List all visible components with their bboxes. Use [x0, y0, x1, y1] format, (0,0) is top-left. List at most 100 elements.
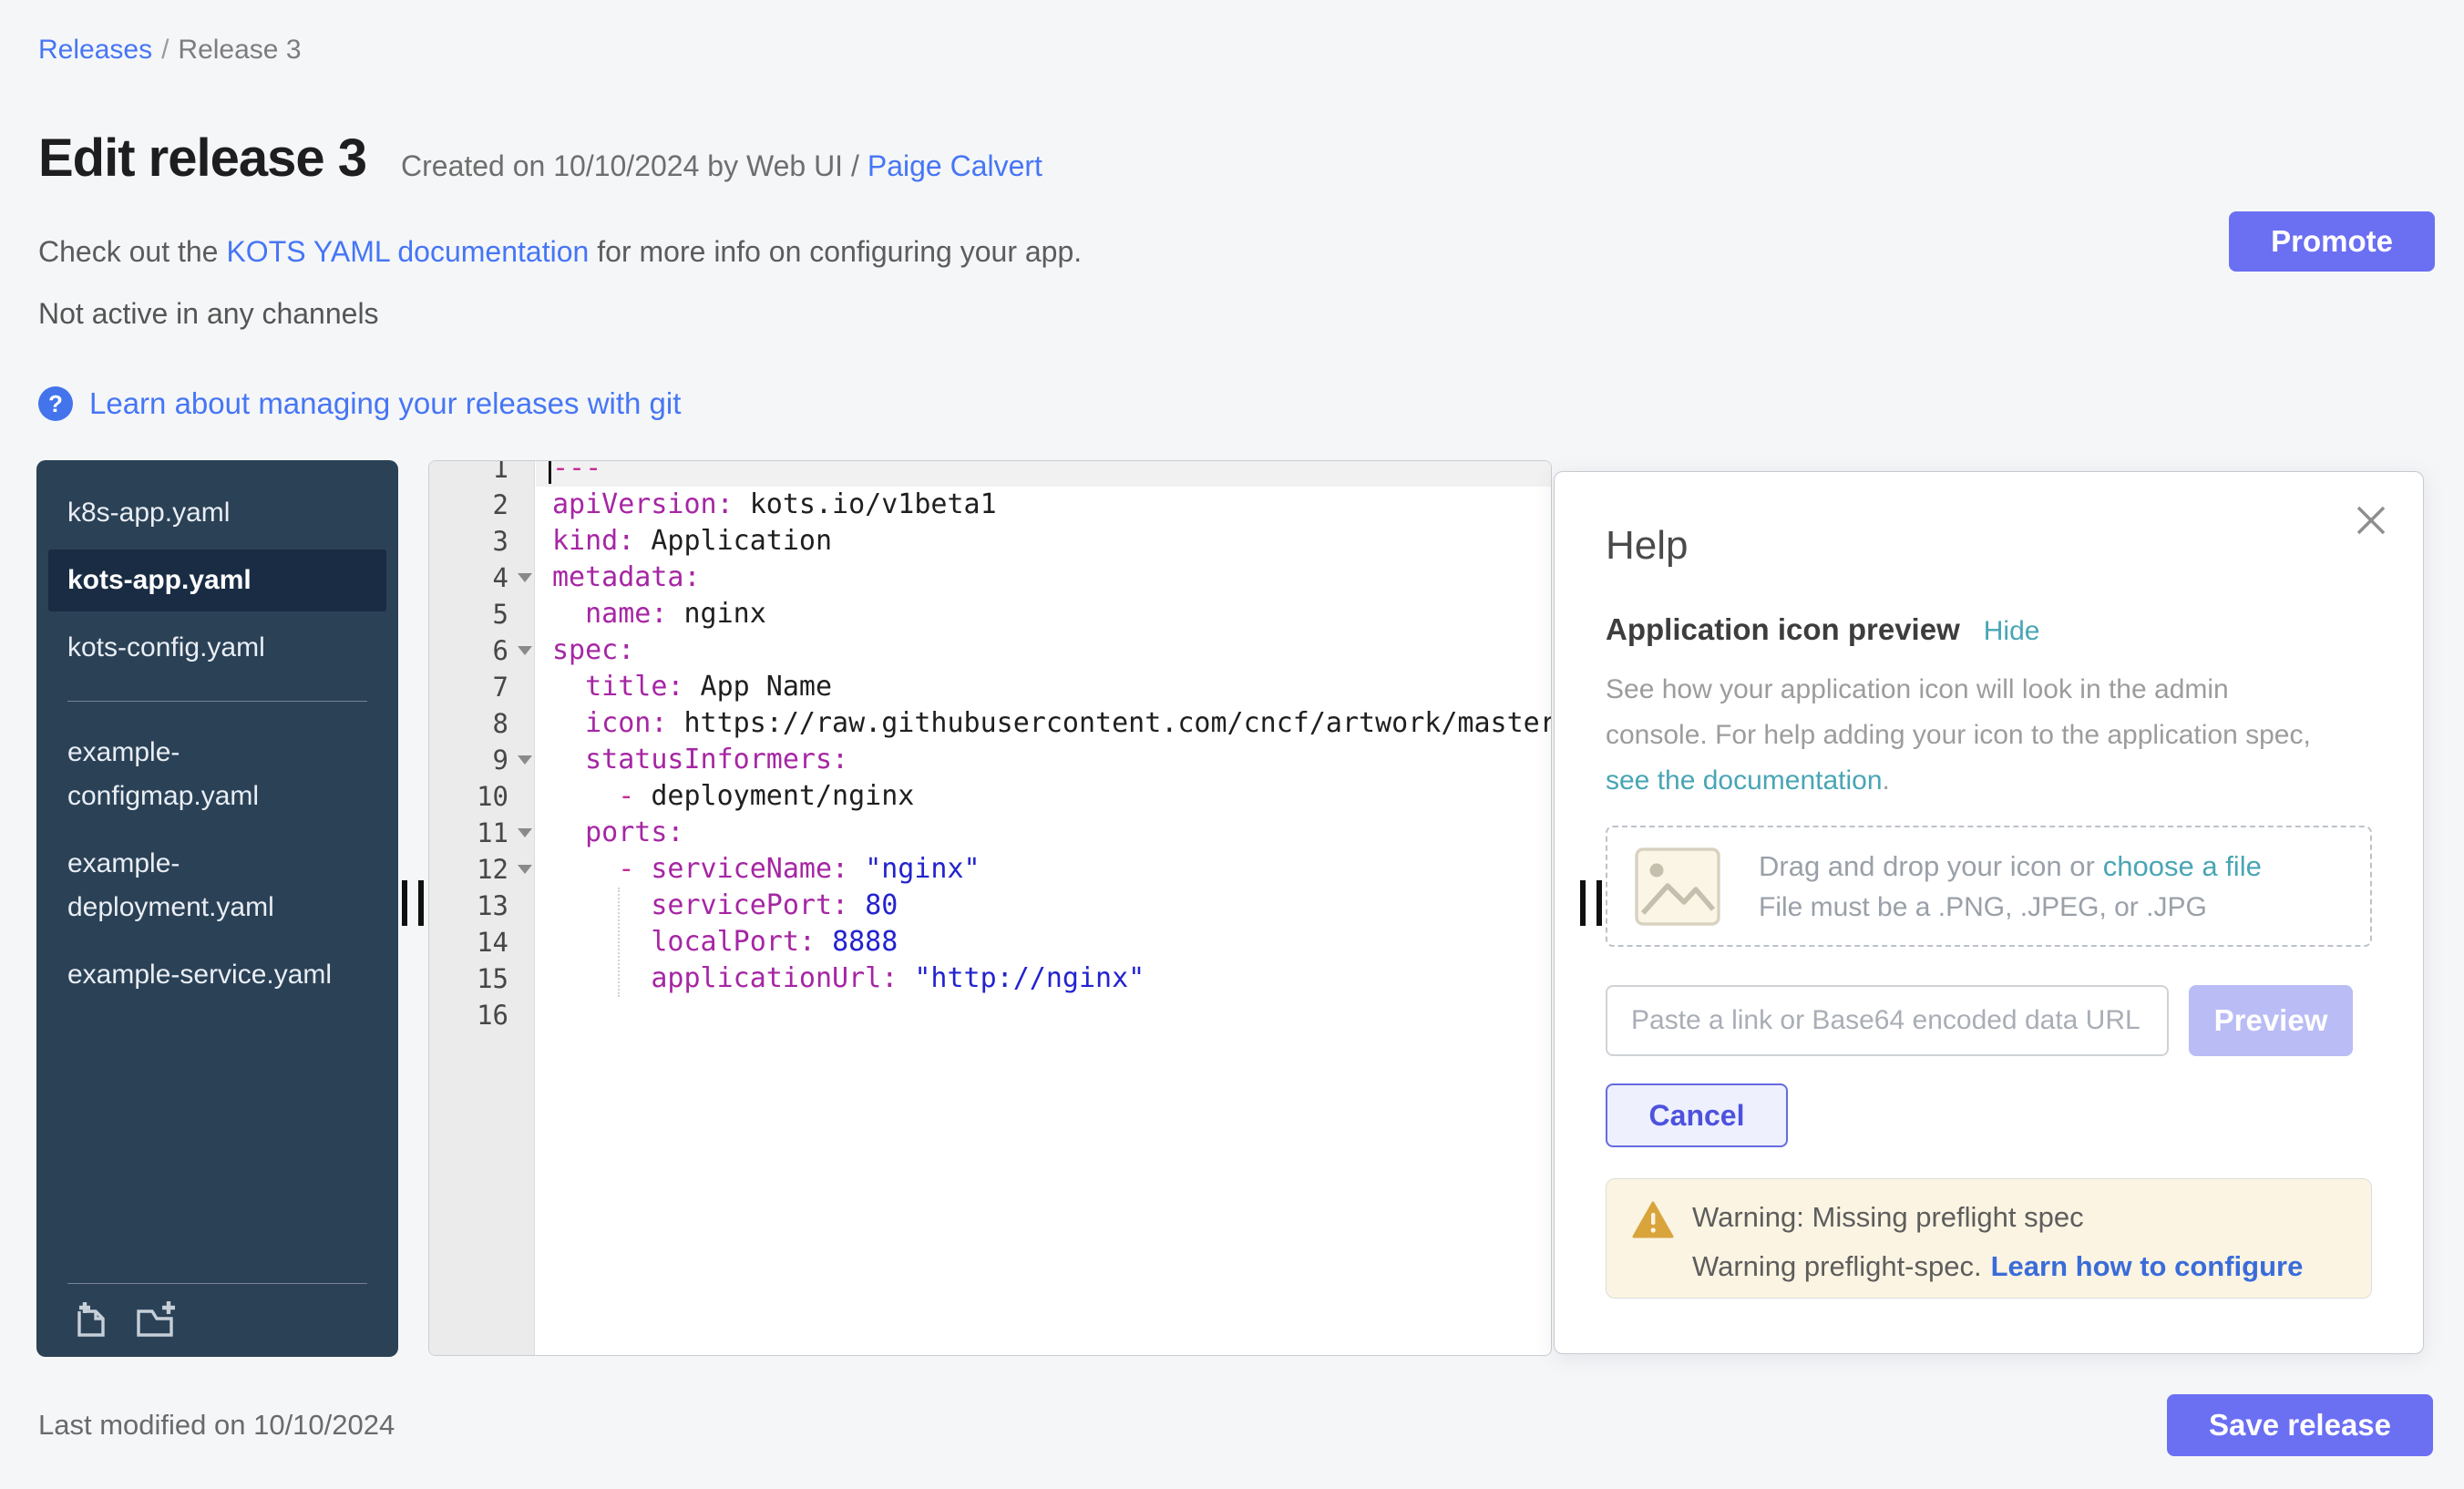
- cancel-button[interactable]: Cancel: [1606, 1083, 1788, 1147]
- line-number-4: 4: [429, 560, 534, 596]
- file-group-divider: [67, 701, 367, 702]
- indent-guide: [618, 888, 620, 997]
- editor-gutter: 12345678910111213141516: [429, 461, 535, 1355]
- code-line-16[interactable]: [536, 997, 1551, 1033]
- last-modified-text: Last modified on 10/10/2024: [38, 1409, 395, 1442]
- code-line-14[interactable]: localPort: 8888: [536, 924, 1551, 960]
- file-item-example-deployment.yaml[interactable]: example-deployment.yaml: [48, 833, 386, 939]
- fold-arrow-icon[interactable]: [518, 573, 532, 582]
- file-item-k8s-app.yaml[interactable]: k8s-app.yaml: [48, 482, 386, 544]
- gutter-lines: 12345678910111213141516: [429, 460, 534, 1033]
- file-item-kots-app.yaml[interactable]: kots-app.yaml: [48, 549, 386, 611]
- description-line: console. For help adding your icon to th…: [1606, 713, 2372, 758]
- breadcrumb-releases-link[interactable]: Releases: [38, 35, 152, 65]
- warning-title: Warning: Missing preflight spec: [1692, 1201, 2303, 1234]
- choose-file-link[interactable]: choose a file: [2103, 850, 2262, 882]
- code-line-2[interactable]: apiVersion: kots.io/v1beta1: [536, 487, 1551, 523]
- line-number-3: 3: [429, 523, 534, 560]
- preview-button[interactable]: Preview: [2189, 985, 2353, 1056]
- warning-icon: [1632, 1201, 1674, 1239]
- icon-preview-description: See how your application icon will look …: [1606, 667, 2372, 804]
- description-line: See how your application icon will look …: [1606, 667, 2372, 713]
- icon-dropzone[interactable]: Drag and drop your icon orchoose a file …: [1606, 826, 2372, 947]
- description-line: see the documentation.: [1606, 758, 2372, 804]
- title-row: Edit release 3 Created on 10/10/2024 by …: [38, 128, 1042, 189]
- help-panel-title: Help: [1606, 523, 2372, 569]
- save-release-button[interactable]: Save release: [2167, 1394, 2433, 1456]
- file-group-2: example-configmap.yamlexample-deployment…: [36, 722, 398, 1006]
- code-line-4[interactable]: metadata:: [536, 560, 1551, 596]
- code-line-7[interactable]: title: App Name: [536, 669, 1551, 705]
- file-item-example-service.yaml[interactable]: example-service.yaml: [48, 944, 386, 1006]
- fold-arrow-icon[interactable]: [518, 646, 532, 655]
- code-line-6[interactable]: spec:: [536, 632, 1551, 669]
- dropzone-filetypes: File must be a .PNG, .JPEG, or .JPG: [1759, 892, 2262, 923]
- fold-arrow-icon[interactable]: [518, 828, 532, 837]
- warning-body: Warning preflight-spec.: [1692, 1250, 1982, 1282]
- text-cursor: [549, 460, 551, 484]
- code-line-5[interactable]: name: nginx: [536, 596, 1551, 632]
- file-sidebar: k8s-app.yamlkots-app.yamlkots-config.yam…: [36, 460, 398, 1357]
- question-icon: ?: [38, 386, 73, 421]
- file-item-example-configmap.yaml[interactable]: example-configmap.yaml: [48, 722, 386, 827]
- breadcrumb-current: Release 3: [178, 35, 301, 65]
- line-number-9: 9: [429, 742, 534, 778]
- created-meta: Created on 10/10/2024 by Web UI / Paige C…: [401, 149, 1042, 183]
- sidebar-footer-divider: [67, 1283, 367, 1284]
- code-line-3[interactable]: kind: Application: [536, 523, 1551, 560]
- code-line-9[interactable]: statusInformers:: [536, 742, 1551, 778]
- line-number-13: 13: [429, 888, 534, 924]
- code-line-11[interactable]: ports:: [536, 815, 1551, 851]
- sidebar-footer: [36, 1283, 398, 1357]
- line-number-2: 2: [429, 487, 534, 523]
- kots-yaml-doc-link[interactable]: KOTS YAML documentation: [226, 235, 589, 268]
- icon-url-input[interactable]: [1606, 985, 2169, 1056]
- line-number-6: 6: [429, 632, 534, 669]
- yaml-note-post: for more info on configuring your app.: [597, 235, 1082, 268]
- sidebar-editor-resize-handle[interactable]: [402, 880, 424, 926]
- code-line-10[interactable]: - deployment/nginx: [536, 778, 1551, 815]
- promote-button[interactable]: Promote: [2229, 211, 2435, 272]
- code-line-12[interactable]: - serviceName: "nginx": [536, 851, 1551, 888]
- line-number-14: 14: [429, 924, 534, 960]
- release-editor-page: Releases/Release 3 Edit release 3 Create…: [0, 0, 2464, 1489]
- code-line-13[interactable]: servicePort: 80: [536, 888, 1551, 924]
- git-help-row: ? Learn about managing your releases wit…: [38, 386, 681, 421]
- preflight-warning: Warning: Missing preflight spec Warning …: [1606, 1178, 2372, 1299]
- yaml-doc-note: Check out theKOTS YAML documentationfor …: [38, 235, 1082, 269]
- code-line-8[interactable]: icon: https://raw.githubusercontent.com/…: [536, 705, 1551, 742]
- line-number-12: 12: [429, 851, 534, 888]
- line-number-7: 7: [429, 669, 534, 705]
- see-documentation-link[interactable]: see the documentation: [1606, 765, 1883, 796]
- learn-configure-link[interactable]: Learn how to configure: [1991, 1250, 2304, 1282]
- line-number-10: 10: [429, 778, 534, 815]
- file-item-kots-config.yaml[interactable]: kots-config.yaml: [48, 617, 386, 679]
- fold-arrow-icon[interactable]: [518, 755, 532, 765]
- image-placeholder-icon: [1635, 847, 1720, 926]
- code-line-1[interactable]: ---: [536, 460, 1551, 487]
- hide-link[interactable]: Hide: [1984, 616, 2040, 647]
- help-panel: Help Application icon preview Hide See h…: [1554, 471, 2424, 1354]
- yaml-editor[interactable]: 12345678910111213141516 ---apiVersion: k…: [428, 460, 1552, 1356]
- line-number-8: 8: [429, 705, 534, 742]
- close-icon[interactable]: [2354, 503, 2388, 538]
- add-folder-icon[interactable]: [133, 1299, 179, 1340]
- line-number-5: 5: [429, 596, 534, 632]
- page-title: Edit release 3: [38, 128, 366, 189]
- yaml-note-pre: Check out the: [38, 235, 218, 268]
- git-help-link[interactable]: Learn about managing your releases with …: [89, 386, 681, 421]
- line-number-11: 11: [429, 815, 534, 851]
- line-number-15: 15: [429, 960, 534, 997]
- code-line-15[interactable]: applicationUrl: "http://nginx": [536, 960, 1551, 997]
- created-text: Created on 10/10/2024 by Web UI /: [401, 149, 859, 182]
- code-lines[interactable]: ---apiVersion: kots.io/v1beta1kind: Appl…: [536, 460, 1551, 1033]
- author-link[interactable]: Paige Calvert: [868, 149, 1042, 182]
- fold-arrow-icon[interactable]: [518, 865, 532, 874]
- file-group-1: k8s-app.yamlkots-app.yamlkots-config.yam…: [36, 482, 398, 679]
- line-number-1: 1: [429, 460, 534, 487]
- add-file-icon[interactable]: [67, 1299, 109, 1340]
- editor-preview-resize-handle[interactable]: [1580, 880, 1602, 926]
- icon-preview-section-title: Application icon preview: [1606, 612, 1960, 647]
- dropzone-text: Drag and drop your icon or: [1759, 850, 2095, 882]
- channel-status: Not active in any channels: [38, 297, 379, 331]
